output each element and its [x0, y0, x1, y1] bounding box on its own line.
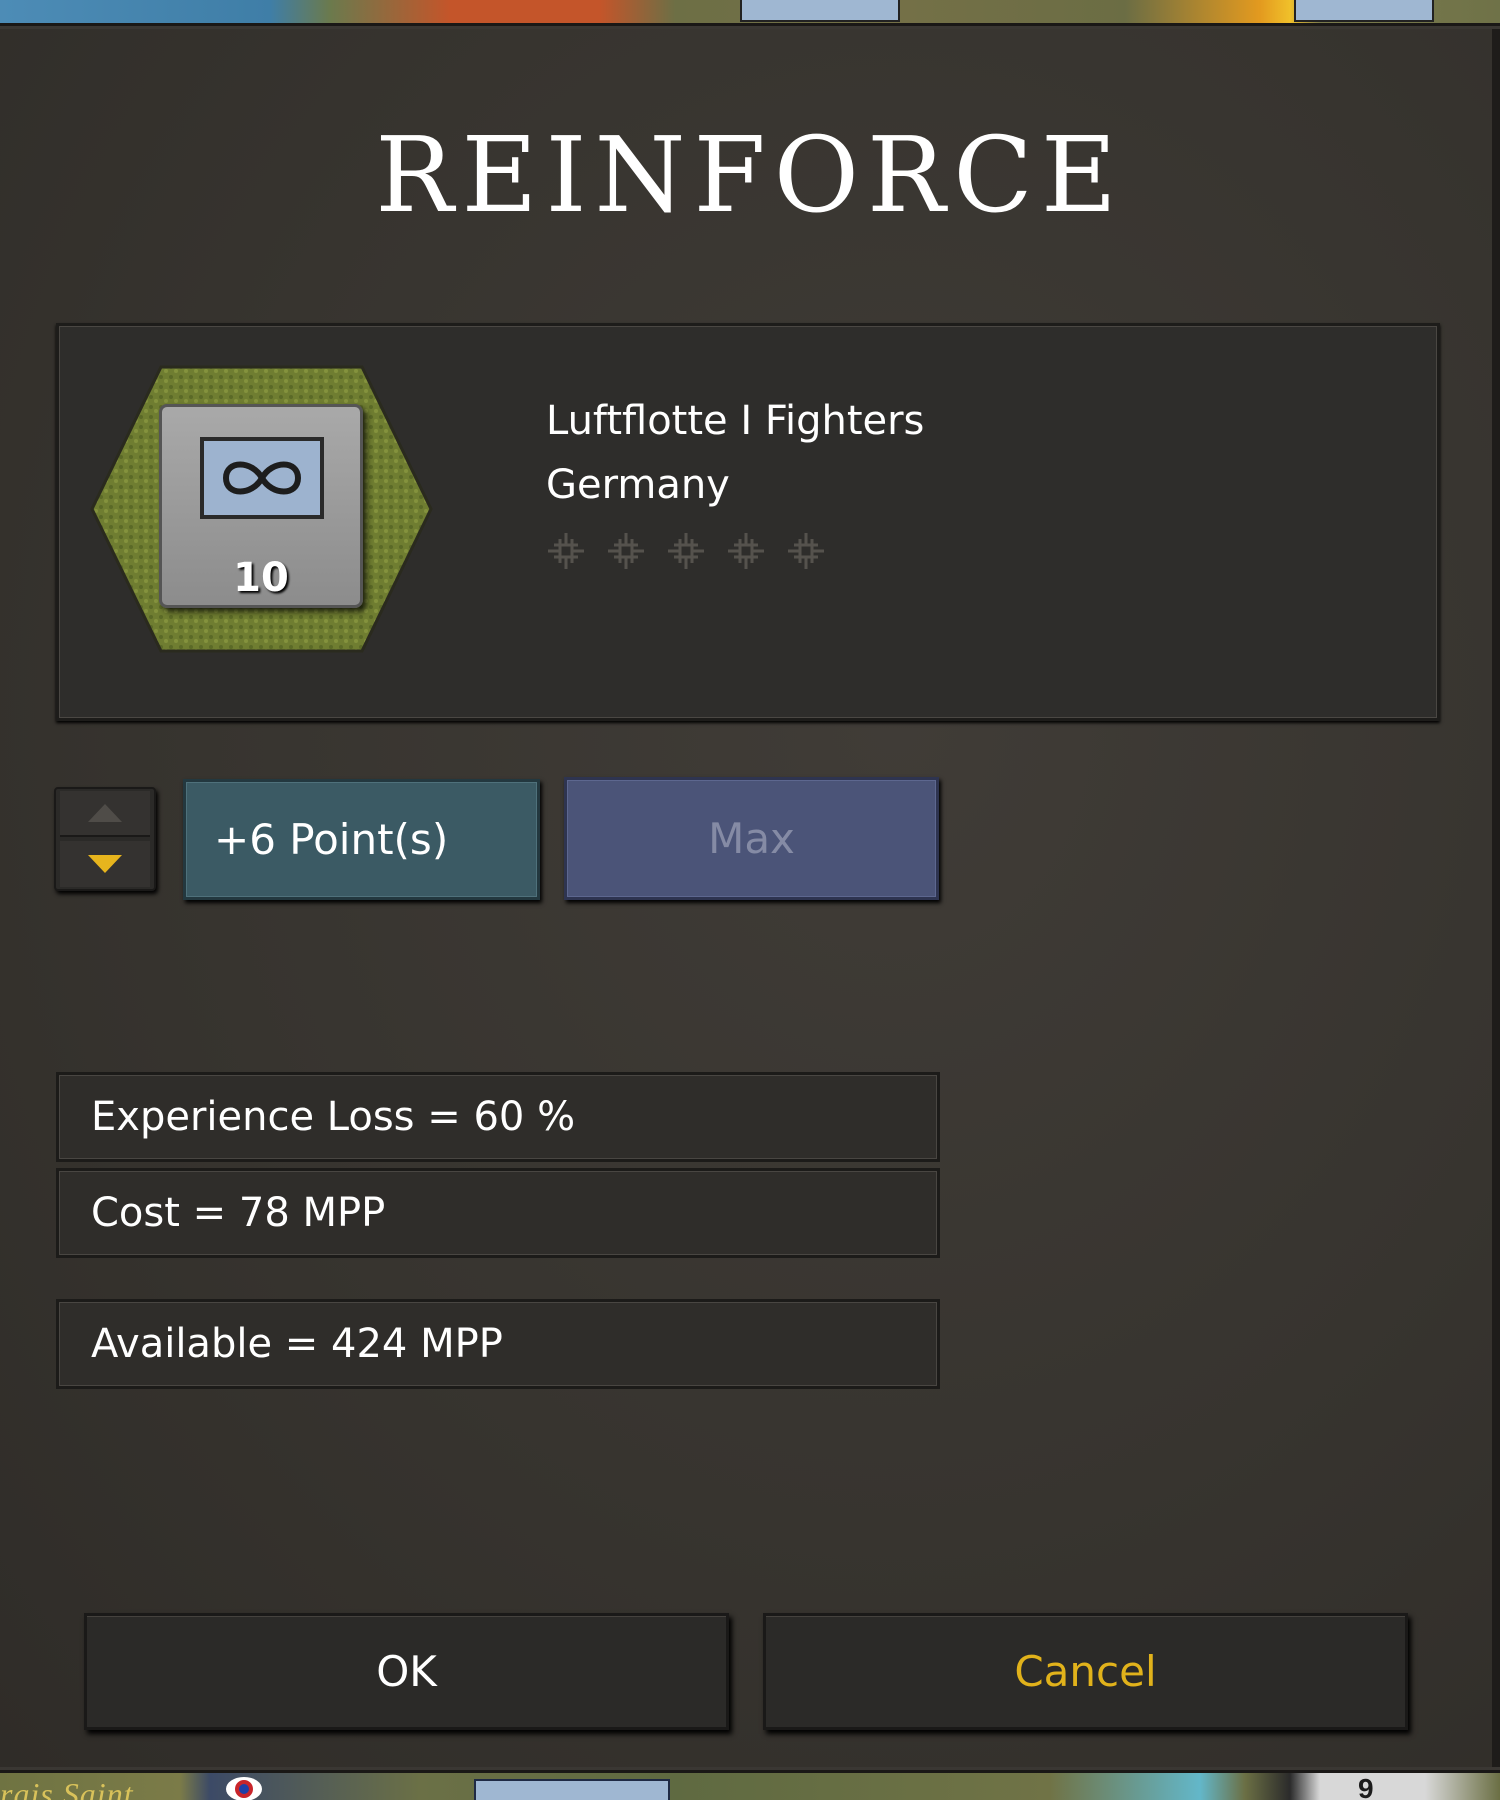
- map-town-label: rais Saint: [0, 1776, 134, 1800]
- map-background-top: [0, 0, 1500, 26]
- map-unit-tile: [474, 1779, 670, 1800]
- unit-info-panel: 10 Luftflotte I Fighters Germany: [56, 323, 1440, 721]
- max-button[interactable]: Max: [564, 777, 939, 900]
- cost-field: Cost = 78 MPP: [56, 1168, 940, 1258]
- cancel-button[interactable]: Cancel: [763, 1613, 1408, 1730]
- unit-strength: 10: [233, 555, 289, 601]
- map-unit-tile: [1294, 0, 1434, 22]
- available-field: Available = 424 MPP: [56, 1299, 940, 1389]
- iron-cross-icon: [548, 533, 584, 569]
- experience-loss-field: Experience Loss = 60 %: [56, 1072, 940, 1162]
- unit-counter: 10: [159, 404, 363, 608]
- decrease-points-button[interactable]: [60, 841, 150, 887]
- unit-name: Luftflotte I Fighters: [546, 398, 925, 444]
- france-roundel-icon: [226, 1777, 262, 1800]
- infinity-symbol-icon: [200, 437, 324, 519]
- ok-button[interactable]: OK: [84, 1613, 729, 1730]
- experience-rating: [546, 531, 826, 571]
- increase-points-button[interactable]: [60, 791, 150, 837]
- reinforce-points-display: +6 Point(s): [183, 779, 540, 900]
- reinforce-dialog: REINFORCE 10 Luftflotte I Fighters Germa…: [0, 29, 1500, 1767]
- unit-nation: Germany: [546, 462, 730, 508]
- iron-cross-icon: [608, 533, 644, 569]
- map-unit-strength: 9: [1358, 1773, 1374, 1800]
- iron-cross-icon: [728, 533, 764, 569]
- map-background-bottom: rais Saint 9: [0, 1770, 1500, 1800]
- iron-cross-icon: [788, 533, 824, 569]
- triangle-down-icon: [88, 855, 122, 873]
- map-unit-tile: [740, 0, 900, 22]
- triangle-up-icon: [88, 804, 122, 822]
- iron-cross-icon: [668, 533, 704, 569]
- dialog-title: REINFORCE: [375, 114, 1125, 236]
- points-spinner: [54, 787, 156, 891]
